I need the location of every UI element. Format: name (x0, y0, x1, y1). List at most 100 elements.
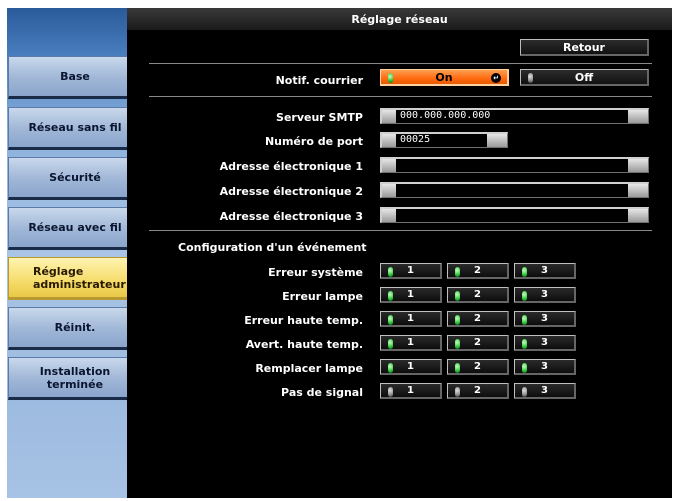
email-1-label: Adresse électronique 1 (219, 160, 363, 173)
event-checkbox[interactable]: 1 (380, 359, 442, 375)
notif-on-button[interactable]: On ↵ (380, 69, 509, 86)
event-row-label: Avert. haute temp. (245, 338, 363, 351)
event-checkbox-label: 1 (407, 385, 414, 396)
event-checkbox[interactable]: 3 (514, 311, 576, 327)
event-checkbox[interactable]: 2 (447, 335, 509, 351)
event-checkbox-label: 3 (541, 289, 548, 300)
event-checkbox-label: 1 (407, 361, 414, 372)
sidebar-item-label: Réglage administrateur (33, 264, 126, 291)
event-checkbox[interactable]: 1 (380, 287, 442, 303)
on-indicator-icon (522, 363, 527, 373)
on-indicator-icon (522, 267, 527, 277)
event-checkbox-label: 3 (541, 313, 548, 324)
sidebar-item[interactable]: Installation terminée (8, 357, 144, 400)
sidebar-item[interactable]: Sécurité (8, 157, 144, 200)
on-indicator-icon (388, 363, 393, 373)
sidebar-item[interactable]: Réinit. (8, 307, 144, 350)
on-indicator-icon (388, 339, 393, 349)
event-checkbox[interactable]: 3 (514, 383, 576, 399)
smtp-value: 000.000.000.000 (400, 110, 491, 121)
event-checkbox-label: 1 (407, 337, 414, 348)
events-section-title: Configuration d'un événement (178, 241, 367, 254)
sidebar-item[interactable]: Réseau avec fil (8, 207, 144, 250)
email-2-field[interactable] (380, 182, 649, 198)
event-checkbox[interactable]: 1 (380, 335, 442, 351)
settings-panel: Réglage réseau Retour Notif. courrier On… (127, 8, 672, 498)
port-field[interactable]: 00025 (380, 132, 508, 148)
event-checkbox-label: 3 (541, 337, 548, 348)
event-checkbox-label: 2 (474, 337, 481, 348)
event-checkbox-label: 3 (541, 265, 548, 276)
sidebar-item-label: Sécurité (49, 171, 101, 184)
on-indicator-icon (455, 363, 460, 373)
smtp-label: Serveur SMTP (276, 111, 363, 124)
event-checkbox[interactable]: 1 (380, 383, 442, 399)
event-checkbox[interactable]: 1 (380, 311, 442, 327)
notif-off-label: Off (574, 70, 594, 84)
event-checkbox-label: 2 (474, 361, 481, 372)
event-checkbox[interactable]: 2 (447, 311, 509, 327)
notif-on-label: On (435, 70, 453, 84)
screen: Base Réseau sans fil Sécurité Réseau avec f… (0, 0, 681, 501)
sidebar-item-label: Installation terminée (39, 364, 111, 391)
on-indicator-icon (388, 73, 393, 83)
port-label: Numéro de port (264, 135, 363, 148)
back-button[interactable]: Retour (520, 39, 649, 56)
divider (149, 230, 652, 231)
event-checkbox-label: 1 (407, 265, 414, 276)
event-checkbox-label: 2 (474, 289, 481, 300)
email-3-field[interactable] (380, 207, 649, 223)
notif-off-button[interactable]: Off (520, 69, 649, 86)
sidebar-item-label: Réseau sans fil (28, 121, 122, 134)
off-indicator-icon (528, 73, 533, 83)
divider (149, 96, 652, 97)
panel-title: Réglage réseau (127, 8, 672, 30)
event-checkbox[interactable]: 2 (447, 287, 509, 303)
email-2-label: Adresse électronique 2 (219, 185, 363, 198)
on-indicator-icon (455, 339, 460, 349)
event-row-label: Erreur lampe (282, 290, 363, 303)
event-checkbox-label: 2 (474, 265, 481, 276)
event-row-label: Erreur système (268, 266, 363, 279)
event-checkbox-label: 2 (474, 313, 481, 324)
on-indicator-icon (522, 291, 527, 301)
port-value: 00025 (400, 134, 431, 145)
on-indicator-icon (455, 315, 460, 325)
on-indicator-icon (455, 267, 460, 277)
event-checkbox[interactable]: 3 (514, 359, 576, 375)
on-indicator-icon (388, 315, 393, 325)
sidebar-item-label: Réseau avec fil (28, 221, 122, 234)
event-checkbox[interactable]: 3 (514, 263, 576, 279)
on-indicator-icon (388, 267, 393, 277)
enter-icon: ↵ (491, 73, 501, 83)
event-checkbox[interactable]: 2 (447, 383, 509, 399)
off-indicator-icon (455, 387, 460, 397)
sidebar-item[interactable]: Base (8, 56, 144, 99)
event-checkbox-label: 2 (474, 385, 481, 396)
off-indicator-icon (522, 387, 527, 397)
event-row-label: Pas de signal (281, 386, 363, 399)
sidebar-item[interactable]: Réglage administrateur (8, 257, 144, 300)
email-1-field[interactable] (380, 157, 649, 173)
event-checkbox[interactable]: 3 (514, 287, 576, 303)
event-checkbox-label: 3 (541, 385, 548, 396)
event-row-label: Erreur haute temp. (244, 314, 363, 327)
on-indicator-icon (455, 291, 460, 301)
event-checkbox-label: 3 (541, 361, 548, 372)
email-3-label: Adresse électronique 3 (219, 210, 363, 223)
event-checkbox[interactable]: 2 (447, 263, 509, 279)
divider (149, 63, 652, 64)
sidebar-item[interactable]: Réseau sans fil (8, 107, 144, 150)
event-checkbox[interactable]: 3 (514, 335, 576, 351)
on-indicator-icon (388, 291, 393, 301)
event-checkbox[interactable]: 2 (447, 359, 509, 375)
sidebar-item-label: Base (60, 70, 90, 83)
event-checkbox-label: 1 (407, 313, 414, 324)
sidebar-item-label: Réinit. (54, 321, 96, 334)
event-checkbox-label: 1 (407, 289, 414, 300)
event-row-label: Remplacer lampe (255, 362, 363, 375)
event-checkbox[interactable]: 1 (380, 263, 442, 279)
off-indicator-icon (388, 387, 393, 397)
smtp-field[interactable]: 000.000.000.000 (380, 108, 649, 124)
notif-label: Notif. courrier (275, 74, 363, 87)
